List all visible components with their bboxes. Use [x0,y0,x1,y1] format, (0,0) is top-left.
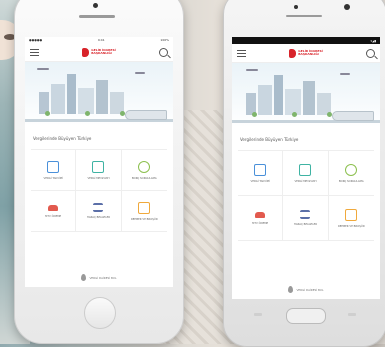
iphone-screen: ●●●●● 9:41 100% GELİR İDARESİ BAŞKANLIĞI [25,37,173,287]
calendar-icon [47,160,60,173]
building [96,80,108,114]
tree [252,112,257,117]
logo-line2: BAŞKANLIĞI [298,52,319,56]
book-icon [345,208,358,221]
train [332,111,374,121]
tile-label: VERGİ TAKVİMİ [43,176,63,180]
home-button[interactable] [286,308,326,324]
tile-label: HARAÇ BELGELER [86,216,111,219]
welcome-text: Vergilerinde Büyüyen Türkiye [240,137,299,142]
search-icon[interactable] [159,47,168,57]
tile-label: BORÇ SORGULAMA [131,176,157,180]
iphone-device: ●●●●● 9:41 100% GELİR İDARESİ BAŞKANLIĞI [14,0,184,344]
footer-label: VERGİ DAİRESİ BUL [296,287,324,292]
home-button[interactable] [84,297,116,329]
battery-indicator: 100% [160,38,169,42]
location-pin-icon [288,286,294,293]
menu-icon[interactable] [237,49,246,57]
tile-label: HARAÇ BELGELER [293,223,318,226]
earpiece-speaker [286,15,322,17]
welcome-text: Vergilerinde Büyüyen Türkiye [33,136,92,141]
calendar-icon [254,163,267,176]
tile-label: REHBER VE BROŞÜR [337,224,365,228]
tile-label: VERGİ MEVZUATI [87,176,110,180]
tile-guides[interactable]: REHBER VE BROŞÜR [121,191,167,232]
city-banner [232,63,380,127]
train [125,110,167,120]
tile-tax-legislation[interactable]: VERGİ MEVZUATI [283,151,329,196]
earpiece-speaker [79,15,115,18]
car-icon [255,211,266,218]
find-tax-office[interactable]: VERGİ DAİRESİ BUL [232,286,380,293]
document-list-icon [299,163,312,176]
building [303,81,315,115]
city-banner [25,62,173,126]
building [51,84,65,114]
sliders-icon [93,203,104,212]
tree [85,111,90,116]
tree [292,112,297,117]
tile-tax-calendar[interactable]: VERGİ TAKVİMİ [31,150,77,191]
gib-logo: GELİR İDARESİ BAŞKANLIĞI [289,48,323,58]
app-bar: GELİR İDARESİ BAŞKANLIĞI [232,44,380,63]
tile-mtv-payment[interactable]: MTV ÖDEME [238,196,284,241]
sliders-icon [300,210,311,219]
find-tax-office[interactable]: VERGİ DAİRESİ BUL [25,274,173,281]
recent-apps-key[interactable] [254,313,262,316]
tile-mtv-payment[interactable]: MTV ÖDEME [31,191,77,232]
samsung-device: ▾◢▮ GELİR İDARESİ BAŞKANLIĞI Vergilerind… [223,0,385,347]
app-bar: GELİR İDARESİ BAŞKANLIĞI [25,43,173,62]
service-grid: VERGİ TAKVİMİ VERGİ MEVZUATI BORÇ SORGUL… [238,150,374,241]
front-camera [294,5,298,9]
building [274,75,283,115]
plane-icon [135,72,145,74]
front-camera [93,3,98,8]
building [258,85,272,115]
logo-mark-icon [289,48,297,58]
status-icons: ▾◢▮ [370,38,376,43]
tile-debt-inquiry[interactable]: BORÇ SORGULAMA [328,151,374,196]
service-grid: VERGİ TAKVİMİ VERGİ MEVZUATI BORÇ SORGUL… [31,149,167,232]
magnifier-icon [345,163,358,176]
plane-icon [246,69,258,71]
tile-label: VERGİ MEVZUATI [294,179,317,183]
tile-label: BORÇ SORGULAMA [338,179,364,183]
building [67,74,76,114]
magnifier-icon [138,160,151,173]
footer-label: VERGİ DAİRESİ BUL [89,275,117,280]
gib-logo: GELİR İDARESİ BAŞKANLIĞI [82,47,116,57]
tree [45,111,50,116]
search-icon[interactable] [366,48,375,58]
tile-documents[interactable]: HARAÇ BELGELER [283,196,329,241]
samsung-screen: ▾◢▮ GELİR İDARESİ BAŞKANLIĞI Vergilerind… [232,37,380,299]
tile-guides[interactable]: REHBER VE BROŞÜR [328,196,374,241]
signal-indicator: ●●●●● [29,38,43,42]
tile-tax-legislation[interactable]: VERGİ MEVZUATI [76,150,122,191]
document-list-icon [92,160,105,173]
tile-label: MTV ÖDEME [45,214,62,218]
back-key[interactable] [348,313,356,316]
book-icon [138,201,151,214]
status-time: 9:41 [97,38,105,42]
tile-debt-inquiry[interactable]: BORÇ SORGULAMA [121,150,167,191]
plane-icon [340,73,350,75]
tile-label: REHBER VE BROŞÜR [130,217,158,221]
status-bar: ▾◢▮ [232,37,380,44]
sensor [344,4,350,10]
logo-mark-icon [82,47,90,57]
tile-label: MTV ÖDEME [252,221,269,225]
car-icon [48,204,59,211]
menu-icon[interactable] [30,48,39,56]
logo-line2: BAŞKANLIĞI [91,51,112,55]
location-pin-icon [81,274,87,281]
tile-label: VERGİ TAKVİMİ [250,179,270,183]
plane-icon [37,68,49,70]
tile-tax-calendar[interactable]: VERGİ TAKVİMİ [238,151,284,196]
tile-documents[interactable]: HARAÇ BELGELER [76,191,122,232]
